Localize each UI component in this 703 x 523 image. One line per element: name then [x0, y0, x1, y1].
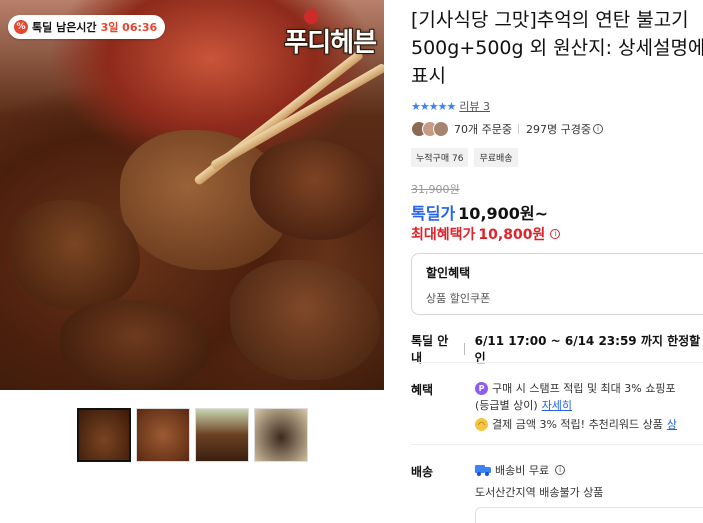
divider	[411, 362, 703, 363]
order-count: 70개 주문중	[454, 123, 512, 136]
rating-row: ★★★★★ 리뷰 3	[411, 98, 490, 114]
star-rating-icon: ★★★★★	[411, 99, 456, 113]
info-icon[interactable]: i	[550, 229, 561, 239]
point-icon: P	[475, 381, 488, 395]
benefits-label: 혜택	[411, 383, 434, 397]
deal-timer-badge: % 톡딜 남은시간 3일 06:36	[8, 15, 166, 39]
benefit-line-1: P 구매 시 스탬프 적립 및 최대 3% 쇼핑포	[475, 380, 676, 396]
max-benefit-label: 최대혜택가	[411, 227, 476, 243]
thumbnail-3[interactable]	[195, 408, 249, 462]
shipping-label: 배송	[411, 465, 434, 479]
info-icon[interactable]: i	[555, 465, 566, 475]
viewer-count: 297명 구경중	[525, 123, 591, 136]
max-benefit-row: 최대혜택가 10,800원 i	[411, 224, 561, 244]
tag-cumulative-purchases: 누적구매 76	[411, 148, 469, 167]
brand-logo: 푸디헤븐	[284, 28, 377, 58]
image-detail	[10, 200, 140, 310]
info-icon[interactable]: i	[592, 124, 603, 134]
shipping-fee: 배송비 무료	[495, 464, 550, 477]
review-link[interactable]: 리뷰 3	[459, 98, 490, 114]
discount-benefit-box[interactable]: 할인혜택 상품 할인쿠폰	[411, 253, 703, 315]
product-title: [기사식당 그맛]추억의 연탄 불고기 500g+500g 외 원산지: 상세설…	[411, 9, 703, 87]
timer-value: 3일 06:36	[100, 21, 158, 34]
option-box[interactable]	[475, 507, 703, 523]
avatar	[433, 121, 449, 137]
original-price: 31,900원	[411, 183, 460, 196]
shipping-restriction: 도서산간지역 배송불가 상품	[475, 486, 604, 499]
buyers-row: 70개 주문중 297명 구경중 i	[411, 121, 603, 137]
image-detail	[60, 300, 210, 390]
reward-products-link[interactable]: 상	[667, 416, 677, 432]
buyer-avatars	[411, 121, 449, 137]
divider	[463, 343, 465, 355]
tag-row: 누적구매 76 무료배송	[411, 148, 518, 167]
divider	[411, 444, 703, 445]
truck-icon	[475, 464, 491, 476]
max-benefit-price: 10,800원	[478, 227, 546, 243]
deal-info-label: 톡딜 안내	[411, 334, 449, 365]
shipping-line-1: 배송비 무료 i	[475, 462, 566, 478]
thumbnail-2[interactable]	[136, 408, 190, 462]
image-detail	[250, 140, 380, 240]
deal-info-value: 6/11 17:00 ~ 6/14 23:59 까지 한정할인	[474, 334, 701, 365]
benefit-text-1: 구매 시 스탬프 적립 및 최대 3% 쇼핑포	[492, 382, 676, 395]
thumbnail-1[interactable]	[77, 408, 131, 462]
benefit-text-2: (등급별 상이)	[475, 399, 538, 412]
deal-price-label: 톡딜가	[411, 204, 456, 223]
benefit-text-3: 결제 금액 3% 적립! 추천리워드 상품	[492, 418, 663, 431]
thumbnail-4[interactable]	[254, 408, 308, 462]
divider	[517, 124, 519, 134]
main-product-image[interactable]: % 톡딜 남은시간 3일 06:36 푸디헤븐	[0, 0, 384, 390]
discount-subtitle: 상품 할인쿠폰	[426, 292, 491, 305]
discount-title: 할인혜택	[426, 266, 471, 280]
deal-info-row: 톡딜 안내 6/11 17:00 ~ 6/14 23:59 까지 한정할인	[411, 332, 703, 366]
coin-icon: ◠	[475, 417, 488, 431]
percent-icon: %	[14, 20, 28, 34]
thumbnail-strip	[77, 408, 308, 462]
timer-label: 톡딜 남은시간	[32, 21, 97, 34]
benefit-line-3: ◠ 결제 금액 3% 적립! 추천리워드 상품 상	[475, 416, 677, 432]
tag-free-shipping: 무료배송	[474, 148, 518, 167]
deal-price: 10,900원~	[458, 204, 549, 223]
benefit-line-2: (등급별 상이) 자세히	[475, 397, 572, 413]
deal-price-row: 톡딜가 10,900원~	[411, 200, 548, 224]
benefit-details-link[interactable]: 자세히	[542, 397, 572, 413]
image-detail	[230, 260, 380, 380]
shipping-line-2: 도서산간지역 배송불가 상품	[475, 484, 603, 500]
